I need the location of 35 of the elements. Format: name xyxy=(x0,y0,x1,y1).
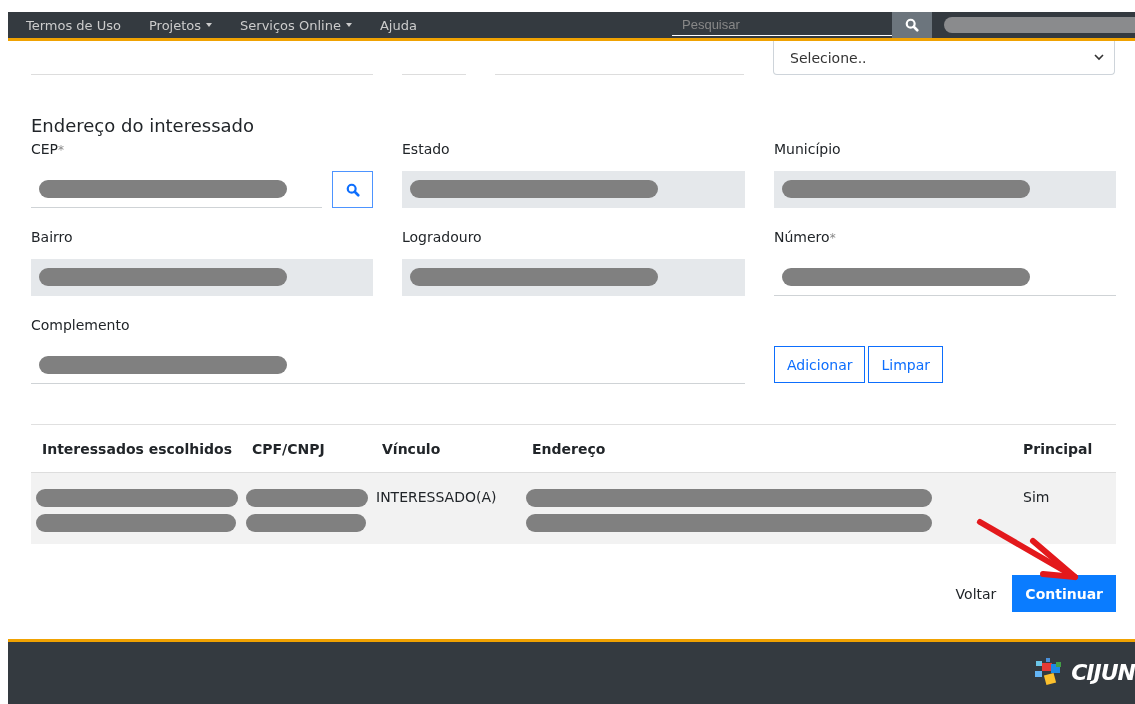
search-icon xyxy=(905,18,919,32)
column-header: Interessados escolhidos xyxy=(41,440,233,457)
field-label: Número* xyxy=(774,229,836,247)
input-field[interactable] xyxy=(402,171,745,208)
field-label: Complemento xyxy=(31,317,130,335)
field-label: Logradouro xyxy=(402,229,482,247)
nav-link[interactable]: Ajuda xyxy=(379,17,417,33)
nav-link[interactable]: Projetos xyxy=(149,17,213,33)
input-field[interactable] xyxy=(402,259,745,296)
search-field[interactable]: Pesquisar xyxy=(672,14,892,36)
section-title: Endereço do interessado xyxy=(31,115,255,136)
column-header: Endereço xyxy=(531,440,607,457)
table-cell-text: Sim xyxy=(1022,489,1051,505)
outline-button[interactable]: Limpar xyxy=(868,346,944,383)
continue-button[interactable]: Continuar xyxy=(1012,575,1116,612)
nav-link[interactable]: Serviços Online xyxy=(240,17,352,33)
search-icon xyxy=(345,182,360,197)
field-label: Estado xyxy=(402,141,450,159)
table-cell-text: INTERESSADO(A) xyxy=(376,489,498,505)
search-button[interactable] xyxy=(892,12,932,38)
outline-button[interactable]: Adicionar xyxy=(774,346,866,383)
field-label: Bairro xyxy=(31,229,73,247)
column-header: Principal xyxy=(1022,440,1094,457)
search-button[interactable] xyxy=(332,171,373,208)
nav-link[interactable]: Termos de Uso xyxy=(26,17,121,33)
field-label: CEP* xyxy=(31,141,65,159)
chevron-icon xyxy=(1094,54,1104,61)
column-header: Vínculo xyxy=(381,440,442,457)
select-field[interactable]: Selecione.. xyxy=(773,41,1115,75)
back-link[interactable]: Voltar xyxy=(955,585,997,602)
column-header: CPF/CNPJ xyxy=(251,440,326,457)
logo-text: CIJUN xyxy=(1071,659,1135,685)
field-label: Município xyxy=(774,141,841,159)
input-field[interactable] xyxy=(31,259,373,296)
input-field[interactable] xyxy=(774,171,1116,208)
